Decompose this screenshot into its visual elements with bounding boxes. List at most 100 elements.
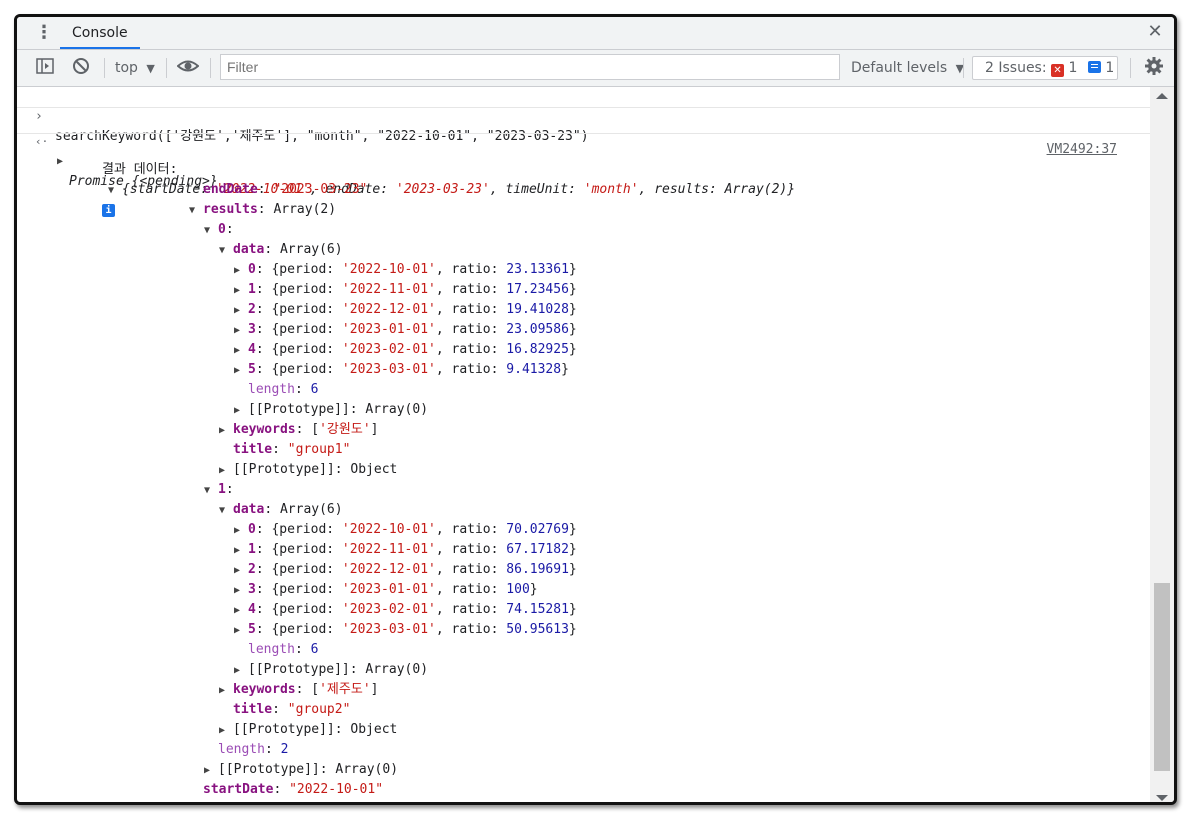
- tree-value: : {period: '2022-10-01', ratio: 70.02769…: [255, 522, 577, 537]
- more-vert-icon[interactable]: ⋮: [35, 23, 53, 43]
- context-selector[interactable]: top ▼: [115, 50, 155, 86]
- tree-row[interactable]: ▶ 0: {period: '2022-10-01', ratio: 70.027…: [234, 520, 577, 540]
- devtools-window: ⋮ Console ✕ top ▼ Default levels ▼ 2 Iss…: [14, 14, 1177, 805]
- tree-row[interactable]: ▶ 3: {period: '2023-01-01', ratio: 100}: [234, 580, 538, 600]
- tree-key: 3: [248, 322, 256, 337]
- tree-row[interactable]: ▶ [[Prototype]]: Array(0): [234, 400, 428, 420]
- filter-input[interactable]: [220, 54, 840, 80]
- collapse-triangle-icon[interactable]: ▼: [189, 201, 203, 221]
- tree-key: startDate: [203, 782, 274, 797]
- collapse-triangle-icon[interactable]: ▼: [204, 481, 218, 501]
- tree-value: "month": [281, 802, 336, 805]
- tree-value: 6: [310, 382, 319, 397]
- console-output[interactable]: › searchKeyword(['강원도','제주도'], "month", …: [17, 87, 1153, 805]
- expand-triangle-icon[interactable]: ▶: [234, 341, 248, 361]
- toolbar-divider: [104, 58, 105, 78]
- toolbar-divider: [210, 58, 211, 78]
- tree-row[interactable]: ▶ 4: {period: '2023-02-01', ratio: 74.152…: [234, 600, 577, 620]
- tree-value: Object: [350, 722, 398, 737]
- scroll-up-icon[interactable]: [1156, 93, 1168, 99]
- tree-row[interactable]: ▶ 3: {period: '2023-01-01', ratio: 23.095…: [234, 320, 577, 340]
- expand-triangle-icon[interactable]: ▶: [234, 301, 248, 321]
- expand-triangle-icon[interactable]: ▶: [219, 421, 233, 441]
- messages-count: 1: [1105, 60, 1115, 76]
- expand-triangle-icon[interactable]: ▶: [234, 521, 248, 541]
- error-icon: ✕: [1051, 64, 1065, 77]
- tree-key: timeUnit: [203, 802, 266, 805]
- tree-row[interactable]: ▶ 5: {period: '2023-03-01', ratio: 50.956…: [234, 620, 577, 640]
- tree-row[interactable]: ▶ [[Prototype]]: Array(0): [234, 660, 428, 680]
- tree-row[interactable]: ▶ 4: {period: '2023-02-01', ratio: 16.829…: [234, 340, 577, 360]
- expand-triangle-icon[interactable]: ▼: [108, 181, 122, 201]
- expand-triangle-icon[interactable]: ▶: [219, 721, 233, 741]
- tree-key: 1: [248, 282, 256, 297]
- tree-key: title: [233, 442, 273, 457]
- source-link[interactable]: VM2492:37: [1047, 140, 1117, 160]
- scrollbar-thumb[interactable]: [1154, 583, 1170, 771]
- expand-triangle-icon[interactable]: ▶: [234, 281, 248, 301]
- expand-triangle-icon[interactable]: ▶: [234, 261, 248, 281]
- issues-button[interactable]: 2 Issues: ✕ 1 1: [972, 56, 1118, 80]
- expand-triangle-icon[interactable]: ▶: [234, 561, 248, 581]
- expand-triangle-icon[interactable]: ▶: [234, 401, 248, 421]
- eye-icon[interactable]: [176, 50, 200, 86]
- tree-value: 2: [280, 742, 289, 757]
- expand-triangle-icon[interactable]: ▶: [234, 581, 248, 601]
- expand-triangle-icon[interactable]: ▶: [204, 761, 218, 781]
- tree-value: "group1": [287, 442, 351, 457]
- tree-row[interactable]: ▼ 0:: [204, 220, 234, 240]
- console-scrollbar[interactable]: [1150, 87, 1174, 802]
- tree-value: : {period: '2023-02-01', ratio: 74.15281…: [255, 602, 577, 617]
- tree-row[interactable]: ▼ results: Array(2): [189, 200, 336, 220]
- tree-row[interactable]: ▼ data: Array(6): [219, 500, 343, 520]
- tree-key: length: [218, 742, 265, 757]
- expand-triangle-icon[interactable]: ▶: [234, 661, 248, 681]
- console-toolbar: top ▼ Default levels ▼ 2 Issues: ✕ 1 1: [17, 50, 1174, 87]
- info-icon[interactable]: i: [101, 204, 115, 217]
- tree-key: keywords: [233, 422, 296, 437]
- tree-row[interactable]: ▶ 5: {period: '2023-03-01', ratio: 9.4132…: [234, 360, 569, 380]
- close-icon[interactable]: ✕: [1144, 21, 1166, 43]
- tree-row[interactable]: ▶ [[Prototype]]: Array(0): [204, 760, 398, 780]
- tree-row[interactable]: ▶ 0: {period: '2022-10-01', ratio: 23.133…: [234, 260, 577, 280]
- tree-key: keywords: [233, 682, 296, 697]
- tree-key: [[Prototype]]: [218, 762, 320, 777]
- tree-row[interactable]: ▶ 1: {period: '2022-11-01', ratio: 17.234…: [234, 280, 577, 300]
- tree-value: "2022-10-01": [289, 782, 384, 797]
- log-levels-dropdown[interactable]: Default levels ▼: [851, 50, 964, 86]
- console-result-row[interactable]: ‹· ▶ Promise {<pending>}: [35, 112, 218, 189]
- clear-icon[interactable]: [71, 50, 91, 86]
- tab-console[interactable]: Console: [60, 17, 140, 49]
- tree-row[interactable]: ▼ 1:: [204, 480, 234, 500]
- tree-value: : {period: '2022-12-01', ratio: 19.41028…: [255, 302, 577, 317]
- tree-row: title: "group2": [233, 702, 351, 717]
- gear-icon[interactable]: [1144, 50, 1164, 86]
- tree-row[interactable]: ▶ [[Prototype]]: Object: [219, 460, 397, 480]
- tree-row[interactable]: ▶ keywords: ['강원도']: [219, 420, 378, 440]
- tree-value: : {period: '2023-03-01', ratio: 50.95613…: [255, 622, 577, 637]
- collapse-triangle-icon[interactable]: ▼: [219, 241, 233, 261]
- expand-triangle-icon[interactable]: ▶: [234, 621, 248, 641]
- expand-triangle-icon[interactable]: ▶: [219, 681, 233, 701]
- expand-triangle-icon[interactable]: ▶: [219, 461, 233, 481]
- tree-row[interactable]: ▶ keywords: ['제주도']: [219, 680, 378, 700]
- tree-key: 3: [248, 582, 256, 597]
- collapse-triangle-icon[interactable]: ▼: [204, 221, 218, 241]
- sidebar-icon[interactable]: [35, 50, 55, 86]
- expand-triangle-icon[interactable]: ▶: [234, 361, 248, 381]
- context-label: top: [115, 60, 138, 76]
- expand-triangle-icon[interactable]: ▶: [234, 541, 248, 561]
- expand-triangle-icon[interactable]: ▶: [234, 601, 248, 621]
- tree-row[interactable]: ▶ 1: {period: '2022-11-01', ratio: 67.171…: [234, 540, 577, 560]
- tree-row[interactable]: ▶ [[Prototype]]: Object: [219, 720, 397, 740]
- console-log-row[interactable]: 결과 데이터: ▼ {startDate: '2022-10-01', endDa…: [55, 140, 1115, 217]
- tree-row[interactable]: ▶ 2: {period: '2022-12-01', ratio: 19.410…: [234, 300, 577, 320]
- tree-row[interactable]: ▶ 2: {period: '2022-12-01', ratio: 86.196…: [234, 560, 577, 580]
- expand-triangle-icon[interactable]: ▶: [234, 321, 248, 341]
- scroll-down-icon[interactable]: [1156, 795, 1168, 801]
- collapse-triangle-icon[interactable]: ▼: [219, 501, 233, 521]
- tree-value: '강원도': [319, 422, 371, 437]
- tree-key: [[Prototype]]: [248, 662, 350, 677]
- issues-label: 2 Issues:: [985, 60, 1047, 76]
- tree-row[interactable]: ▼ data: Array(6): [219, 240, 343, 260]
